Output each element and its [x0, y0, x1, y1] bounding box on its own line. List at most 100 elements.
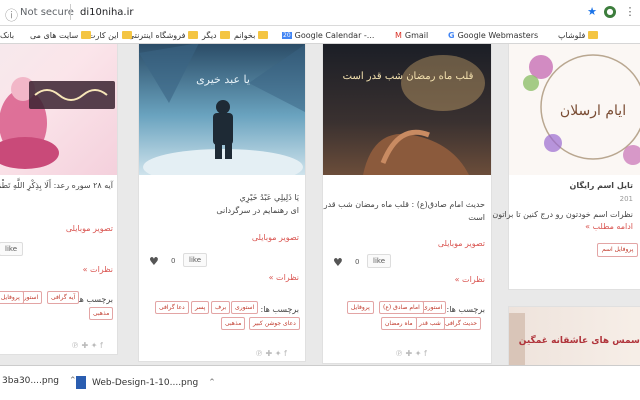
share-icons[interactable]: ℗ ✚ ✦ f [71, 341, 103, 350]
post-card: اسمس های عاشقانه غمگین [508, 306, 640, 365]
like-count: 0 [355, 258, 360, 266]
share-icons[interactable]: ℗ ✚ ✦ f [255, 349, 287, 358]
post-image[interactable]: ایام ارسلان [509, 44, 640, 175]
bookmark-label: دیگر [202, 30, 217, 40]
tag-chip[interactable]: حدیث گرافی [441, 317, 482, 330]
post-description: است [468, 213, 485, 222]
post-image[interactable] [0, 44, 117, 175]
comments-link[interactable]: نظرات » [269, 273, 299, 282]
comments-link[interactable]: نظرات » [83, 265, 113, 274]
heart-icon[interactable]: ♥ [333, 256, 343, 269]
tag-chip[interactable]: شب قدر [415, 317, 445, 330]
like-button[interactable]: like [183, 253, 208, 267]
post-description: حدیث امام صادق(ع) : قلب ماه رمضان شب قدر [323, 200, 485, 209]
tag-chip[interactable]: دعا گرافی [155, 301, 189, 314]
bookmark-item[interactable]: بانک [0, 28, 14, 42]
post-illustration: ایام ارسلان [523, 54, 640, 165]
folder-icon [588, 31, 599, 39]
tag-chip[interactable]: برف [211, 301, 231, 314]
bookmark-item[interactable]: این کارت [88, 28, 132, 42]
bookmark-label: سایت های می [30, 30, 79, 40]
post-illustration: اسمس های عاشقانه غمگین [509, 313, 640, 365]
tag-chip[interactable]: استوری [231, 301, 259, 314]
folder-icon [258, 31, 269, 39]
bookmark-item[interactable]: M Gmail [395, 28, 428, 42]
bookmark-item[interactable]: G Google Webmasters [448, 28, 538, 42]
post-title[interactable]: تایل اسم رایگان [570, 181, 633, 190]
calendar-icon: 20 [282, 31, 292, 39]
tag-chip[interactable]: پروفایل [347, 301, 374, 314]
file-icon [76, 376, 86, 389]
tags-label: برچسب ها: [74, 295, 113, 304]
extension-icon[interactable]: ● [604, 6, 616, 18]
folder-icon [219, 31, 230, 39]
like-count: 0 [171, 257, 176, 265]
bookmark-label: این کارت [88, 30, 119, 40]
chevron-up-icon[interactable]: ⌃ [208, 378, 216, 388]
image-caption: ایام ارسلان [560, 103, 626, 119]
post-category[interactable]: تصویر موبایلی [66, 224, 113, 233]
post-category[interactable]: تصویر موبایلی [252, 233, 299, 242]
tags-label: برچسب ها: [446, 305, 485, 314]
bookmark-item[interactable]: سایت های می [30, 28, 92, 42]
post-image[interactable]: اسمس های عاشقانه غمگین [509, 307, 640, 365]
google-icon: G [448, 30, 455, 40]
comments-link[interactable]: نظرات » [455, 275, 485, 284]
image-caption: یا عبد خیری [196, 73, 250, 86]
post-description: يَا ذَلِيلِي عَبْدُ خَيْرِي [239, 193, 299, 202]
post-illustration [0, 77, 115, 169]
tag-chip[interactable]: پسر [191, 301, 210, 314]
security-label[interactable]: Not secure [20, 7, 74, 18]
post-image[interactable]: یا عبد خیری [139, 44, 305, 175]
share-icons[interactable]: ℗ ✚ ✦ f [395, 349, 427, 358]
bookmark-label: Google Calendar -... [294, 30, 375, 40]
post-card: قلب ماه رمضان شب قدر است حدیث امام صادق(… [322, 44, 492, 364]
gmail-icon: M [395, 30, 402, 40]
bookmark-label: بانک [0, 30, 15, 40]
heart-icon[interactable]: ♥ [149, 255, 159, 268]
post-illustration: یا عبد خیری [139, 44, 305, 175]
post-card: ایام ارسلان تایل اسم رایگان 201 نظرات اس… [492, 44, 640, 290]
post-image[interactable]: قلب ماه رمضان شب قدر است [323, 44, 491, 175]
tag-chip[interactable]: پروفایل [0, 291, 24, 304]
tag-chip[interactable]: ماه رمضان [381, 317, 417, 330]
url-text[interactable]: di10niha.ir [80, 7, 134, 18]
post-illustration: قلب ماه رمضان شب قدر است [343, 55, 485, 175]
bookmark-label: بخوانم [234, 30, 256, 40]
image-caption: قلب ماه رمضان شب قدر است [343, 71, 474, 82]
folder-icon [81, 31, 92, 39]
bookmark-item[interactable]: فروشگاه اینترنتی [128, 28, 199, 42]
folder-icon [121, 31, 132, 39]
post-description: آیه ۲۸ سوره رعد: أَلَا بِذِكْرِ اللَّهِ … [0, 181, 113, 190]
profile-button[interactable]: پروفایل اسم [597, 243, 639, 257]
post-card: یا عبد خیری يَا ذَلِيلِي عَبْدُ خَيْرِي … [138, 44, 306, 362]
separator [70, 4, 71, 20]
post-category[interactable]: تصویر موبایلی [438, 239, 485, 248]
bookmark-item[interactable]: دیگر [202, 28, 230, 42]
bookmark-label: Google Webmasters [457, 30, 539, 40]
tag-chip[interactable]: دعای جوشن کبیر [249, 317, 300, 330]
bookmark-item[interactable]: 20 Google Calendar -... [282, 28, 374, 42]
star-icon[interactable]: ★ [586, 6, 598, 18]
bookmark-item[interactable]: فلوشاپ [558, 28, 599, 42]
read-more-link[interactable]: ادامه مطلب » [585, 222, 633, 231]
image-caption: اسمس های عاشقانه غمگین [519, 334, 640, 346]
download-item[interactable]: 3ba30....png ⌃ [2, 376, 77, 386]
tag-chip[interactable]: امام صادق (ع) [379, 301, 424, 314]
bookmark-label: Gmail [404, 30, 429, 40]
address-bar: ⓘ Not secure di10niha.ir ★ ● ⋮ [0, 0, 640, 26]
like-button[interactable]: like [0, 242, 24, 256]
bookmark-label: فروشگاه اینترنتی [128, 30, 186, 40]
post-card: آیه ۲۸ سوره رعد: أَلَا بِذِكْرِ اللَّهِ … [0, 44, 118, 355]
menu-icon[interactable]: ⋮ [624, 6, 636, 18]
tag-chip[interactable]: مذهبی [221, 317, 246, 330]
download-filename: 3ba30....png [2, 376, 59, 386]
tag-chip[interactable]: مذهبی [89, 307, 114, 320]
post-description: ای رهنمایم در سرگردانی [216, 206, 299, 215]
tag-chip[interactable]: آیه گرافی [47, 291, 80, 304]
download-item[interactable]: Web-Design-1-10....png ⌃ [76, 376, 216, 389]
bookmark-item[interactable]: بخوانم [234, 28, 269, 42]
like-button[interactable]: like [367, 254, 392, 268]
info-icon[interactable]: ⓘ [5, 5, 18, 24]
post-description: نظرات اسم خودتون رو درج کنین تا براتون [492, 210, 633, 219]
